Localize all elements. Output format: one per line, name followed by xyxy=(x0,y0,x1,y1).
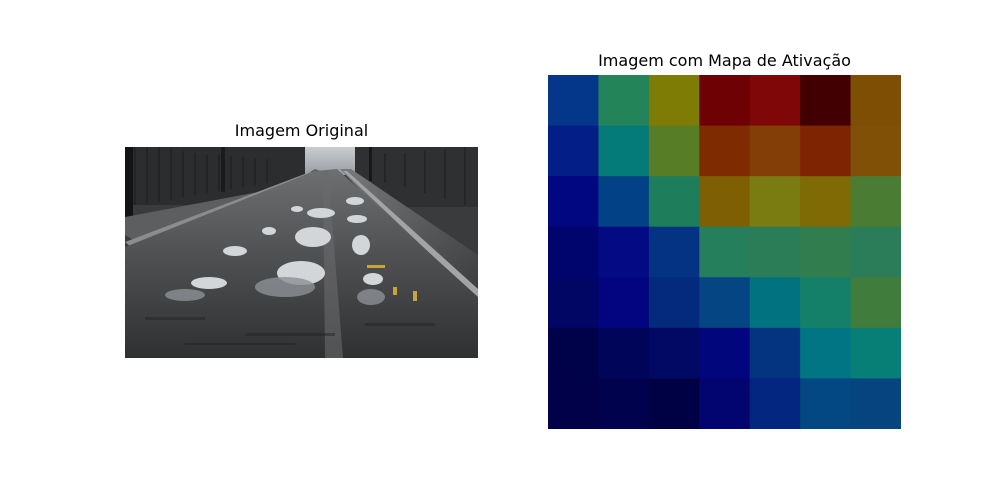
heatmap-cell xyxy=(548,327,600,380)
heatmap-cell xyxy=(548,378,600,430)
figure: Imagem Original Imagem com Mapa de Ativa… xyxy=(0,0,1000,500)
heatmap-cell xyxy=(800,327,852,380)
heatmap-cell xyxy=(800,378,852,430)
heatmap-cell xyxy=(850,277,902,329)
heatmap-cell xyxy=(850,378,902,430)
original-road-photo xyxy=(125,147,478,358)
activation-map-overlay xyxy=(548,75,902,430)
heatmap-cell xyxy=(749,226,801,278)
heatmap-cell xyxy=(800,226,852,278)
heatmap-cell xyxy=(749,277,801,329)
heatmap-cell xyxy=(749,125,801,177)
heatmap-cell xyxy=(699,75,751,127)
heatmap-cell xyxy=(598,176,650,228)
heatmap-cell xyxy=(648,125,700,177)
heatmap-cell xyxy=(850,327,902,380)
heatmap-cell xyxy=(598,378,650,430)
heatmap-cell xyxy=(548,226,600,278)
heatmap-cell xyxy=(548,277,600,329)
heatmap-cell xyxy=(598,125,650,177)
heatmap-cell xyxy=(648,277,700,329)
heatmap-cell xyxy=(648,327,700,380)
heatmap-cell xyxy=(850,125,902,177)
heatmap-cell xyxy=(800,176,852,228)
heatmap-cell xyxy=(598,75,650,127)
heatmap-cell xyxy=(648,75,700,127)
heatmap-cell xyxy=(699,327,751,380)
heatmap-cell xyxy=(699,176,751,228)
heatmap-cell xyxy=(749,75,801,127)
heatmap-cell xyxy=(850,176,902,228)
heatmap-cell xyxy=(548,75,600,127)
heatmap-cell xyxy=(850,75,902,127)
heatmap-cell xyxy=(800,75,852,127)
heatmap-cell xyxy=(749,327,801,380)
activation-map-title: Imagem com Mapa de Ativação xyxy=(598,51,851,70)
heatmap-cell xyxy=(598,226,650,278)
heatmap-cell xyxy=(598,277,650,329)
heatmap-cell xyxy=(699,378,751,430)
activation-heatmap xyxy=(548,75,902,430)
heatmap-cell xyxy=(850,226,902,278)
heatmap-cell xyxy=(699,125,751,177)
heatmap-cell xyxy=(648,226,700,278)
heatmap-cell xyxy=(800,125,852,177)
heatmap-cell xyxy=(648,378,700,430)
original-image-title: Imagem Original xyxy=(234,121,369,140)
heatmap-cell xyxy=(598,327,650,380)
heatmap-cell xyxy=(800,277,852,329)
heatmap-cell xyxy=(548,176,600,228)
heatmap-cell xyxy=(648,176,700,228)
heatmap-cell xyxy=(699,277,751,329)
heatmap-cell xyxy=(699,226,751,278)
heatmap-cell xyxy=(749,378,801,430)
heatmap-cell xyxy=(749,176,801,228)
heatmap-cell xyxy=(548,125,600,177)
